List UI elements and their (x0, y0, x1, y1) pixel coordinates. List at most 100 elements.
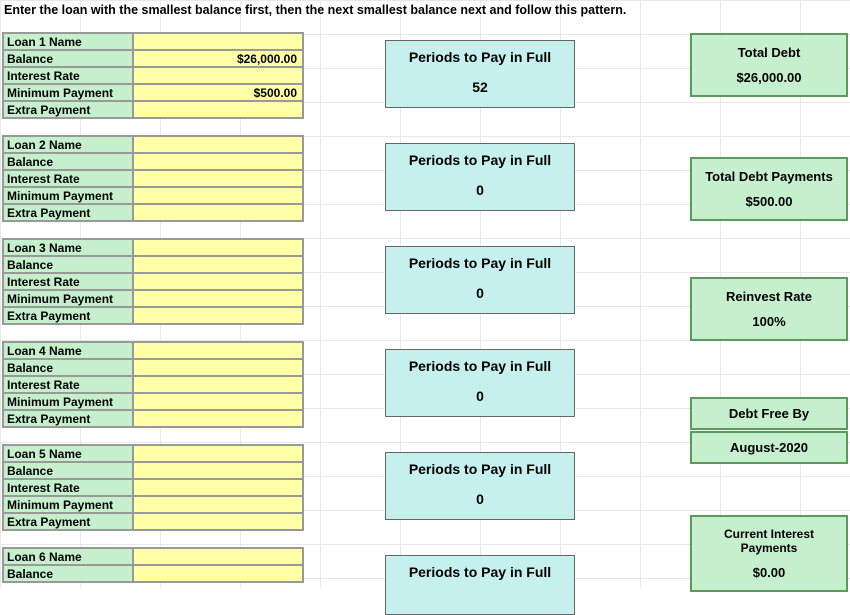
periods-box-5: Periods to Pay in Full 0 (385, 452, 575, 520)
periods-box-4: Periods to Pay in Full 0 (385, 349, 575, 417)
debt-free-value: August-2020 (696, 440, 842, 455)
loan-4-minimum-payment-input[interactable] (133, 393, 303, 410)
loan-row: Loan 3 Name (3, 239, 303, 256)
loan-2-minimum-payment-input[interactable] (133, 187, 303, 204)
periods-label: Periods to Pay in Full (390, 152, 570, 168)
total-payments-box: Total Debt Payments $500.00 (690, 157, 848, 221)
loan-row: Minimum Payment$500.00 (3, 84, 303, 101)
loan-row: Interest Rate (3, 67, 303, 84)
loan-6-name-label: Loan 6 Name (3, 548, 133, 565)
total-payments-label: Total Debt Payments (696, 169, 842, 184)
loan-5-interest-rate-label: Interest Rate (3, 479, 133, 496)
loan-row: Extra Payment (3, 410, 303, 427)
reinvest-rate-label: Reinvest Rate (696, 289, 842, 304)
loan-row: Minimum Payment (3, 496, 303, 513)
loan-5-minimum-payment-label: Minimum Payment (3, 496, 133, 513)
periods-label: Periods to Pay in Full (390, 358, 570, 374)
loan-1-interest-rate-label: Interest Rate (3, 67, 133, 84)
loan-4-minimum-payment-label: Minimum Payment (3, 393, 133, 410)
loan-5-minimum-payment-input[interactable] (133, 496, 303, 513)
total-debt-value: $26,000.00 (696, 70, 842, 85)
loan-3-name-input[interactable] (133, 239, 303, 256)
periods-value-4: 0 (390, 388, 570, 404)
loan-3-extra-payment-label: Extra Payment (3, 307, 133, 324)
loan-1-interest-rate-input[interactable] (133, 67, 303, 84)
loan-4-extra-payment-label: Extra Payment (3, 410, 133, 427)
loan-5-extra-payment-input[interactable] (133, 513, 303, 530)
debt-free-value-box: August-2020 (690, 431, 848, 464)
periods-box-3: Periods to Pay in Full 0 (385, 246, 575, 314)
loan-6-balance-label: Balance (3, 565, 133, 582)
loan-row: Minimum Payment (3, 393, 303, 410)
loan-3-extra-payment-input[interactable] (133, 307, 303, 324)
loan-2-name-label: Loan 2 Name (3, 136, 133, 153)
loan-2-balance-input[interactable] (133, 153, 303, 170)
periods-label: Periods to Pay in Full (390, 564, 570, 580)
loan-2-minimum-payment-label: Minimum Payment (3, 187, 133, 204)
loan-block-4: Loan 4 NameBalanceInterest RateMinimum P… (2, 341, 304, 428)
loan-4-name-label: Loan 4 Name (3, 342, 133, 359)
loan-3-interest-rate-input[interactable] (133, 273, 303, 290)
periods-label: Periods to Pay in Full (390, 255, 570, 271)
loan-row: Interest Rate (3, 376, 303, 393)
loan-row: Balance (3, 565, 303, 582)
current-interest-label: Current Interest Payments (696, 527, 842, 555)
loan-row: Minimum Payment (3, 187, 303, 204)
loan-1-name-label: Loan 1 Name (3, 33, 133, 50)
loan-5-balance-input[interactable] (133, 462, 303, 479)
periods-box-1: Periods to Pay in Full52 (385, 40, 575, 108)
periods-label: Periods to Pay in Full (390, 461, 570, 477)
loan-row: Extra Payment (3, 513, 303, 530)
loan-3-balance-input[interactable] (133, 256, 303, 273)
loan-1-balance-input[interactable]: $26,000.00 (133, 50, 303, 67)
loan-4-name-input[interactable] (133, 342, 303, 359)
periods-value-3: 0 (390, 285, 570, 301)
loan-2-interest-rate-input[interactable] (133, 170, 303, 187)
debt-free-label: Debt Free By (696, 406, 842, 421)
loan-1-minimum-payment-input[interactable]: $500.00 (133, 84, 303, 101)
loan-1-extra-payment-input[interactable] (133, 101, 303, 118)
loan-3-balance-label: Balance (3, 256, 133, 273)
total-debt-label: Total Debt (696, 45, 842, 60)
loan-row: Interest Rate (3, 170, 303, 187)
loan-5-balance-label: Balance (3, 462, 133, 479)
loan-row: Balance (3, 462, 303, 479)
loan-1-balance-label: Balance (3, 50, 133, 67)
loan-3-name-label: Loan 3 Name (3, 239, 133, 256)
loan-row: Balance$26,000.00 (3, 50, 303, 67)
loan-block-5: Loan 5 NameBalanceInterest RateMinimum P… (2, 444, 304, 531)
loan-6-balance-input[interactable] (133, 565, 303, 582)
loan-1-name-input[interactable] (133, 33, 303, 50)
loan-4-balance-input[interactable] (133, 359, 303, 376)
loan-block-2: Loan 2 NameBalanceInterest RateMinimum P… (2, 135, 304, 222)
loan-5-name-label: Loan 5 Name (3, 445, 133, 462)
periods-label: Periods to Pay in Full (390, 49, 570, 65)
loan-row: Minimum Payment (3, 290, 303, 307)
loan-2-extra-payment-input[interactable] (133, 204, 303, 221)
loan-block-3: Loan 3 NameBalanceInterest RateMinimum P… (2, 238, 304, 325)
loan-3-interest-rate-label: Interest Rate (3, 273, 133, 290)
loan-6-name-input[interactable] (133, 548, 303, 565)
loan-row: Extra Payment (3, 307, 303, 324)
loan-1-minimum-payment-label: Minimum Payment (3, 84, 133, 101)
periods-value-5: 0 (390, 491, 570, 507)
loan-2-interest-rate-label: Interest Rate (3, 170, 133, 187)
periods-box-6: Periods to Pay in Full (385, 555, 575, 615)
loan-5-interest-rate-input[interactable] (133, 479, 303, 496)
reinvest-rate-value: 100% (696, 314, 842, 329)
loan-row: Loan 5 Name (3, 445, 303, 462)
loan-row: Balance (3, 153, 303, 170)
loan-3-minimum-payment-input[interactable] (133, 290, 303, 307)
loan-5-name-input[interactable] (133, 445, 303, 462)
loan-row: Interest Rate (3, 479, 303, 496)
loan-3-minimum-payment-label: Minimum Payment (3, 290, 133, 307)
loan-5-extra-payment-label: Extra Payment (3, 513, 133, 530)
loan-2-name-input[interactable] (133, 136, 303, 153)
total-payments-value: $500.00 (696, 194, 842, 209)
loan-2-balance-label: Balance (3, 153, 133, 170)
loan-4-balance-label: Balance (3, 359, 133, 376)
loan-block-6: Loan 6 NameBalance (2, 547, 304, 583)
periods-box-2: Periods to Pay in Full0 (385, 143, 575, 211)
loan-4-extra-payment-input[interactable] (133, 410, 303, 427)
loan-4-interest-rate-input[interactable] (133, 376, 303, 393)
